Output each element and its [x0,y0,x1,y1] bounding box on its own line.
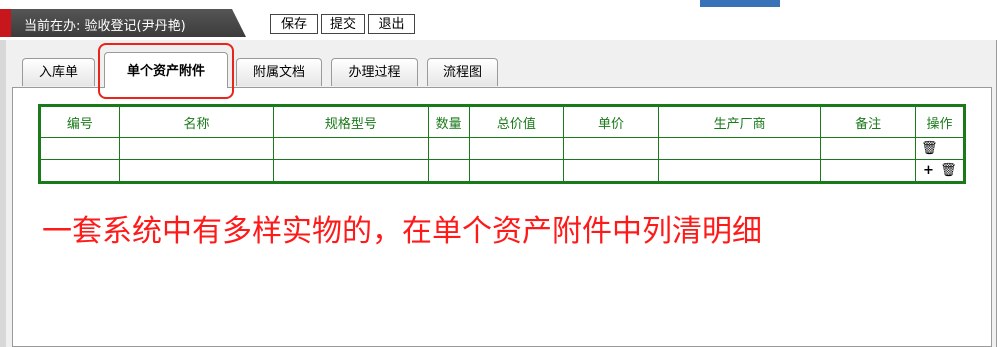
top-accent-strip [700,0,780,7]
active-tab-highlight-box [98,43,234,99]
cell-model[interactable] [273,137,429,160]
column-header-unit-price: 单价 [563,105,659,138]
table-row: + 🗑 [39,159,966,183]
cell-unit-price[interactable] [563,137,659,160]
cell-quantity[interactable] [427,159,470,183]
cell-manufacturer[interactable] [657,159,822,183]
cell-name[interactable] [118,159,275,183]
cell-total-value[interactable] [468,137,565,160]
cell-remarks[interactable] [820,137,916,160]
tab-processing-history[interactable]: 办理过程 [331,58,418,86]
column-header-model: 规格型号 [273,105,429,138]
column-header-name: 名称 [118,105,275,138]
trash-icon[interactable]: 🗑 [940,163,957,178]
banner-red-marker [0,9,11,37]
save-button[interactable]: 保存 [270,14,318,34]
column-header-number: 编号 [39,105,120,138]
cell-actions: + 🗑 [914,159,966,183]
annotation-text: 一套系统中有多样实物的，在单个资产附件中列清明细 [42,214,762,249]
column-header-total-value: 总价值 [468,105,565,138]
trash-icon[interactable]: 🗑 [921,141,938,156]
cell-unit-price[interactable] [563,159,659,183]
table-row: 🗑 [39,137,966,160]
submit-button[interactable]: 提交 [321,14,365,34]
current-task-banner: 当前在办: 验收登记(尹丹艳) [0,9,246,37]
tab-flowchart[interactable]: 流程图 [427,58,498,86]
cell-quantity[interactable] [427,137,470,160]
right-frame-border [996,40,997,347]
cell-number[interactable] [39,137,120,160]
column-header-remarks: 备注 [820,105,916,138]
column-header-quantity: 数量 [427,105,470,138]
asset-detail-table: 编号 名称 规格型号 数量 总价值 单价 生产厂商 备注 操作 🗑 + 🗑 [38,104,966,184]
top-bar: 当前在办: 验收登记(尹丹艳) 保存 提交 退出 [0,0,1004,38]
cell-remarks[interactable] [820,159,916,183]
cell-total-value[interactable] [468,159,565,183]
plus-icon[interactable]: + [921,163,936,178]
cell-model[interactable] [273,159,429,183]
cell-actions: 🗑 [914,137,966,160]
column-header-actions: 操作 [914,105,966,138]
tab-inbound-order[interactable]: 入库单 [22,58,95,86]
table-header-row: 编号 名称 规格型号 数量 总价值 单价 生产厂商 备注 操作 [39,105,966,138]
cell-name[interactable] [118,137,275,160]
current-task-title: 当前在办: 验收登记(尹丹艳) [24,19,186,34]
tab-attached-documents[interactable]: 附属文档 [236,58,322,86]
cell-number[interactable] [39,159,120,183]
cell-manufacturer[interactable] [657,137,822,160]
column-header-manufacturer: 生产厂商 [657,105,822,138]
exit-button[interactable]: 退出 [368,14,415,34]
